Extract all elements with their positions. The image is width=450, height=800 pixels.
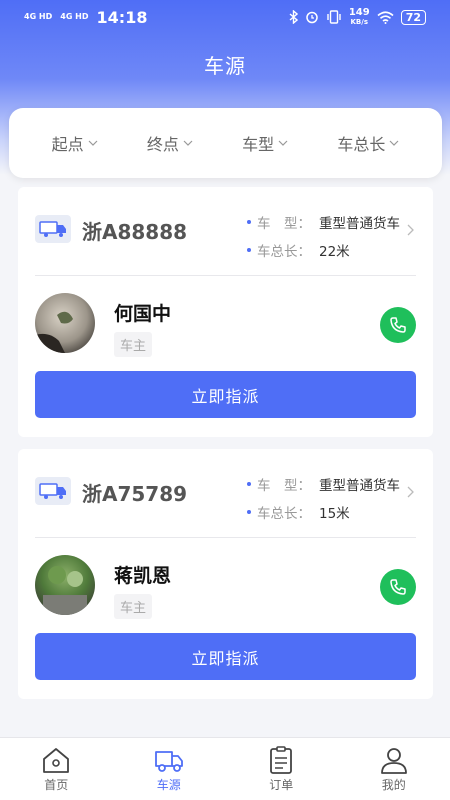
vibrate-icon xyxy=(327,10,341,24)
tab-label: 首页 xyxy=(44,778,69,792)
filter-destination[interactable]: 终点 xyxy=(147,131,193,155)
vehicle-length-value: 22米 xyxy=(319,244,350,260)
tab-vehicles[interactable]: 车源 xyxy=(113,738,225,793)
filter-origin[interactable]: 起点 xyxy=(52,131,98,155)
bottom-tab-bar: 首页 车源 订单 我的 xyxy=(0,737,450,800)
tab-label: 我的 xyxy=(381,778,406,792)
owner-badge: 车主 xyxy=(114,594,153,619)
vehicle-card[interactable]: 浙A75789 车 型： 重型普通货车 车总长： 15米 蒋凯恩 车主 立即指派 xyxy=(18,449,433,699)
user-icon xyxy=(380,748,407,774)
tab-orders[interactable]: 订单 xyxy=(225,738,337,793)
owner-badge: 车主 xyxy=(114,332,153,357)
tab-label: 车源 xyxy=(156,778,181,792)
filter-bar: 起点 终点 车型 车总长 xyxy=(9,108,442,178)
phone-icon xyxy=(390,317,406,333)
alarm-icon xyxy=(306,11,318,24)
chevron-down-icon xyxy=(389,140,399,146)
vehicle-type-value: 重型普通货车 xyxy=(319,478,400,494)
tab-label: 订单 xyxy=(269,778,294,792)
avatar xyxy=(35,555,95,615)
vehicle-type-row: 车 型： 重型普通货车 xyxy=(247,474,400,494)
vehicle-type-row: 车 型： 重型普通货车 xyxy=(247,212,400,232)
chevron-right-icon[interactable] xyxy=(405,223,415,237)
license-plate: 浙A88888 xyxy=(82,220,188,244)
filter-label: 起点 xyxy=(51,135,84,154)
wifi-icon xyxy=(377,10,394,24)
vehicle-type-label: 车 型： xyxy=(257,216,311,232)
page-title: 车源 xyxy=(204,54,246,78)
clock: 14:18 xyxy=(96,7,148,27)
avatar xyxy=(35,293,95,353)
vehicle-length-value: 15米 xyxy=(319,506,350,522)
filter-vehicle-type[interactable]: 车型 xyxy=(242,131,288,155)
driver-name: 蒋凯恩 xyxy=(114,565,172,587)
truck-icon xyxy=(154,751,183,772)
chevron-down-icon xyxy=(278,140,288,146)
home-icon xyxy=(43,748,70,773)
tab-home[interactable]: 首页 xyxy=(0,738,112,793)
signal-icon-1: 4G HD xyxy=(24,12,53,21)
vehicle-length-row: 车总长： 22米 xyxy=(247,240,350,260)
vehicle-length-label: 车总长： xyxy=(257,506,311,522)
truck-icon xyxy=(35,477,71,505)
driver-name: 何国中 xyxy=(114,303,172,325)
clipboard-icon xyxy=(270,746,293,774)
filter-label: 车型 xyxy=(242,135,275,154)
truck-icon xyxy=(35,215,71,243)
filter-label: 车总长 xyxy=(337,135,386,154)
chevron-down-icon xyxy=(183,140,193,146)
tab-profile[interactable]: 我的 xyxy=(338,738,450,793)
call-button[interactable] xyxy=(380,307,416,343)
chevron-right-icon[interactable] xyxy=(405,485,415,499)
vehicle-card[interactable]: 浙A88888 车 型： 重型普通货车 车总长： 22米 何国中 车主 立即指派 xyxy=(18,187,433,437)
phone-icon xyxy=(390,579,406,595)
filter-label: 终点 xyxy=(146,135,179,154)
signal-icon-2: 4G HD xyxy=(60,12,89,21)
filter-vehicle-length[interactable]: 车总长 xyxy=(337,131,399,155)
network-speed: 149 KB/s xyxy=(348,6,370,26)
divider xyxy=(35,275,416,276)
vehicle-length-label: 车总长： xyxy=(257,244,311,260)
vehicle-length-row: 车总长： 15米 xyxy=(247,502,350,522)
vehicle-type-label: 车 型： xyxy=(257,478,311,494)
assign-button[interactable]: 立即指派 xyxy=(35,371,416,418)
battery-icon: 72 xyxy=(400,9,426,25)
vehicle-type-value: 重型普通货车 xyxy=(319,216,400,232)
license-plate: 浙A75789 xyxy=(82,482,188,506)
call-button[interactable] xyxy=(380,569,416,605)
chevron-down-icon xyxy=(88,140,98,146)
assign-button[interactable]: 立即指派 xyxy=(35,633,416,680)
divider xyxy=(35,537,416,538)
status-bar: 4G HD 4G HD 14:18 149 KB/s 72 xyxy=(0,0,450,34)
bluetooth-icon xyxy=(289,10,298,24)
